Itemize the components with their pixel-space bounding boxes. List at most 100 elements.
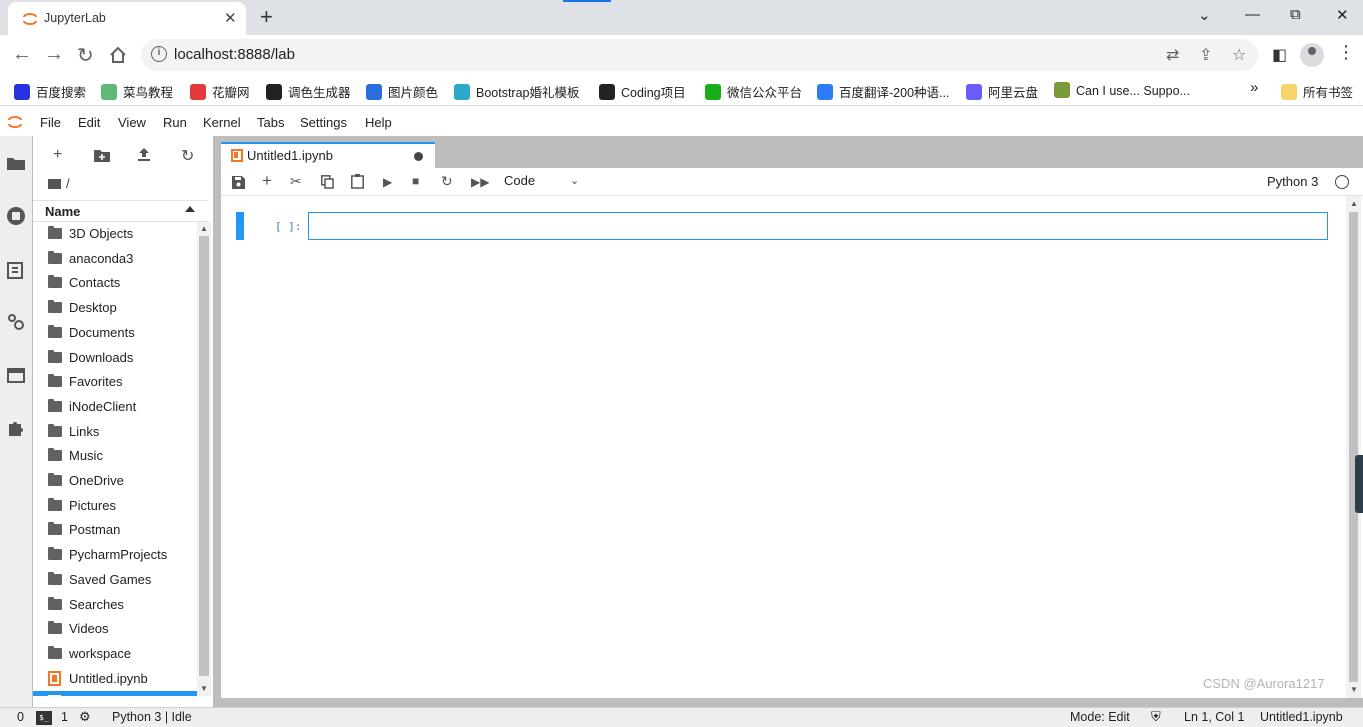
folder-item[interactable]: Saved Games [33, 568, 197, 592]
bookmark-3[interactable]: 调色生成器 [266, 82, 351, 101]
file-list-scrollbar[interactable]: ▲ ▼ [197, 222, 211, 696]
restart-kernel-icon[interactable]: ↻ [441, 173, 453, 190]
folder-item[interactable]: OneDrive [33, 469, 197, 493]
menu-tabs[interactable]: Tabs [257, 115, 284, 130]
site-info-icon[interactable]: i [151, 46, 167, 62]
code-cell-editor[interactable] [308, 212, 1328, 240]
menu-settings[interactable]: Settings [300, 115, 347, 130]
notebook-item[interactable]: Untitled1.ipynb [33, 691, 197, 696]
running-sessions-icon[interactable] [6, 206, 26, 226]
paste-icon[interactable] [351, 174, 364, 189]
unsaved-indicator-icon[interactable] [414, 152, 423, 161]
browser-menu-icon[interactable]: ⋮ [1337, 42, 1355, 63]
close-tab-icon[interactable]: ✕ [224, 9, 237, 27]
menu-help[interactable]: Help [365, 115, 392, 130]
profile-avatar[interactable] [1300, 43, 1324, 67]
panel-splitter[interactable] [213, 136, 221, 707]
folder-item[interactable]: Links [33, 420, 197, 444]
menu-file[interactable]: File [40, 115, 61, 130]
new-folder-icon[interactable] [94, 148, 110, 162]
folder-item[interactable]: Videos [33, 617, 197, 641]
breadcrumb[interactable]: / [48, 176, 70, 191]
bookmarks-overflow-button[interactable]: » [1250, 79, 1258, 96]
refresh-icon[interactable]: ↻ [181, 146, 194, 166]
scroll-down-icon[interactable]: ▼ [1350, 685, 1358, 694]
folder-item[interactable]: PycharmProjects [33, 543, 197, 567]
scrollbar-thumb[interactable] [1349, 212, 1358, 682]
folder-item[interactable]: Favorites [33, 370, 197, 394]
bookmark-2[interactable]: 花瓣网 [190, 82, 250, 101]
extension-manager-icon[interactable] [6, 418, 26, 438]
cut-icon[interactable]: ✂ [290, 173, 302, 190]
bookmark-6[interactable]: Coding项目 [599, 82, 686, 101]
back-arrow-icon[interactable]: ← [12, 43, 32, 66]
restart-run-all-icon[interactable]: ▶▶ [471, 175, 489, 189]
column-name-header[interactable]: Name [45, 204, 80, 219]
trusted-shield-icon[interactable]: ⛨ [1151, 709, 1161, 725]
menu-kernel[interactable]: Kernel [203, 115, 241, 130]
minimize-button[interactable]: — [1245, 6, 1260, 23]
bookmark-10[interactable]: Can I use... Suppo... [1054, 82, 1190, 98]
folder-item[interactable]: iNodeClient [33, 395, 197, 419]
folder-item[interactable]: Music [33, 444, 197, 468]
url-field[interactable]: localhost:8888/lab [174, 46, 295, 63]
bookmark-1[interactable]: 菜鸟教程 [101, 82, 173, 101]
folder-item[interactable]: Postman [33, 518, 197, 542]
file-list-header[interactable]: Name [33, 200, 208, 222]
chevron-down-icon[interactable]: ⌄ [570, 174, 579, 187]
bookmark-9[interactable]: 阿里云盘 [966, 82, 1038, 101]
notebook-scrollbar[interactable]: ▲ ▼ [1346, 196, 1361, 698]
all-bookmarks-folder[interactable]: 所有书签 [1281, 82, 1353, 101]
save-icon[interactable] [232, 176, 245, 189]
folder-item[interactable]: Documents [33, 321, 197, 345]
maximize-button[interactable]: ⧉ [1290, 6, 1301, 23]
folder-item[interactable]: anaconda3 [33, 247, 197, 271]
tab-search-icon[interactable]: ⌄ [1198, 6, 1211, 24]
scroll-down-icon[interactable]: ▼ [200, 684, 208, 693]
browser-tab-jupyterlab[interactable]: JupyterLab ✕ [8, 2, 246, 35]
folder-item[interactable]: Searches [33, 593, 197, 617]
folder-item[interactable]: 3D Objects [33, 222, 197, 246]
folder-item[interactable]: Downloads [33, 346, 197, 370]
kernel-name[interactable]: Python 3 [1267, 174, 1318, 189]
insert-cell-icon[interactable]: + [262, 171, 272, 191]
scroll-up-icon[interactable]: ▲ [200, 224, 208, 233]
folder-item[interactable]: workspace [33, 642, 197, 666]
bookmark-star-icon[interactable]: ☆ [1232, 45, 1246, 65]
open-tabs-icon[interactable] [6, 365, 26, 385]
menu-run[interactable]: Run [163, 115, 187, 130]
folder-item[interactable]: Pictures [33, 494, 197, 518]
kernel-count[interactable]: 1 [61, 710, 68, 724]
side-panel-icon[interactable]: ◧ [1272, 45, 1287, 65]
floating-widget-tab[interactable] [1355, 455, 1363, 513]
bookmark-0[interactable]: 百度搜索 [14, 82, 86, 101]
scroll-up-icon[interactable]: ▲ [1350, 199, 1358, 208]
bookmark-5[interactable]: Bootstrap婚礼模板 [454, 82, 580, 101]
bookmark-4[interactable]: 图片颜色 [366, 82, 438, 101]
home-icon[interactable] [109, 46, 127, 64]
folder-item[interactable]: Desktop [33, 296, 197, 320]
run-icon[interactable]: ▶ [383, 175, 392, 189]
menu-edit[interactable]: Edit [78, 115, 100, 130]
bookmark-8[interactable]: 百度翻译-200种语... [817, 82, 949, 101]
terminal-count[interactable]: 0 [17, 710, 24, 724]
forward-arrow-icon[interactable]: → [44, 43, 64, 66]
cursor-position[interactable]: Ln 1, Col 1 [1184, 710, 1244, 724]
copy-icon[interactable] [321, 175, 334, 189]
new-tab-button[interactable]: + [260, 4, 273, 30]
property-inspector-icon[interactable] [6, 312, 26, 332]
cell-type-select[interactable]: Code [504, 173, 535, 188]
omnibox[interactable]: i localhost:8888/lab ⇄ ⇪ ☆ [141, 39, 1258, 71]
bookmark-7[interactable]: 微信公众平台 [705, 82, 802, 101]
new-launcher-icon[interactable]: + [53, 146, 62, 164]
notebook-tab[interactable]: Untitled1.ipynb [221, 142, 435, 168]
upload-icon[interactable] [137, 147, 151, 161]
folder-item[interactable]: Contacts [33, 271, 197, 295]
translate-icon[interactable]: ⇄ [1166, 45, 1179, 65]
share-icon[interactable]: ⇪ [1199, 45, 1212, 65]
kernel-status-text[interactable]: Python 3 | Idle [112, 710, 192, 724]
reload-icon[interactable]: ↻ [77, 43, 94, 68]
cell-collapser[interactable] [236, 212, 244, 240]
scrollbar-thumb[interactable] [199, 236, 209, 676]
file-browser-icon[interactable] [6, 153, 26, 173]
